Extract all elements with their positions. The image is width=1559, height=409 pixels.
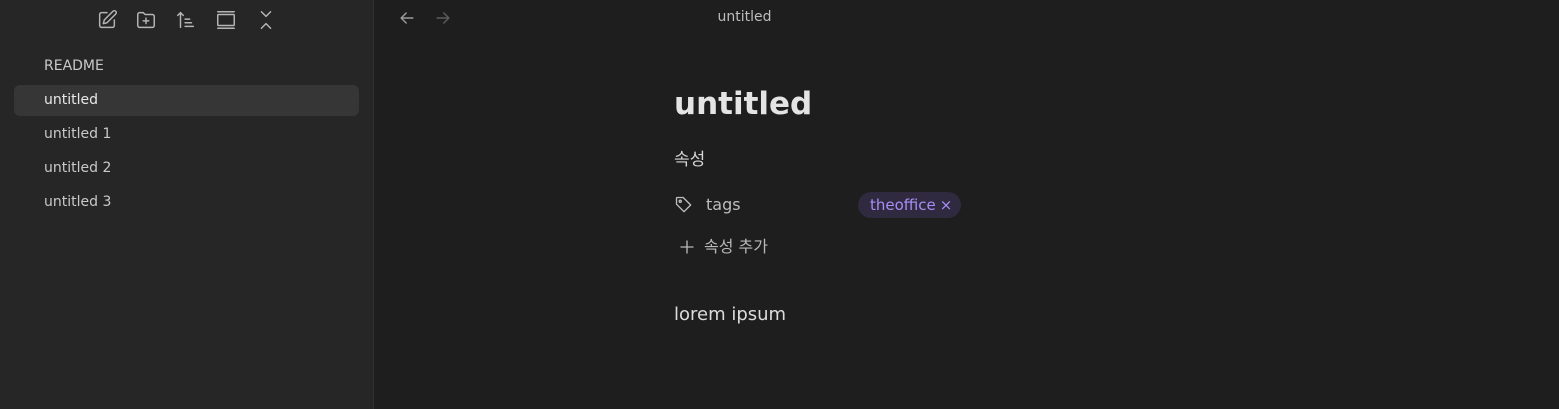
file-explorer-sidebar: README untitled untitled 1 untitled 2 un… xyxy=(0,0,374,409)
tag-remove-button[interactable]: × xyxy=(940,196,953,214)
view-header-title[interactable]: untitled xyxy=(0,9,1489,25)
editor-pane: untitled untitled 속성 tags theoffice × 속성… xyxy=(374,0,1559,409)
file-item-untitled-3[interactable]: untitled 3 xyxy=(14,187,359,218)
add-property-label: 속성 추가 xyxy=(704,237,768,256)
property-key[interactable]: tags xyxy=(706,195,741,215)
tag-pill[interactable]: theoffice × xyxy=(858,192,962,218)
note-content: untitled 속성 tags theoffice × 속성 추가 lorem… xyxy=(674,82,1274,328)
file-item-untitled-2[interactable]: untitled 2 xyxy=(14,153,359,184)
file-item-readme[interactable]: README xyxy=(14,51,359,82)
note-body[interactable]: lorem ipsum xyxy=(674,302,1274,328)
note-title[interactable]: untitled xyxy=(674,82,1274,126)
tag-icon xyxy=(674,195,694,215)
file-list: README untitled untitled 1 untitled 2 un… xyxy=(14,51,359,221)
tag-label: theoffice xyxy=(870,196,936,214)
file-item-untitled-1[interactable]: untitled 1 xyxy=(14,119,359,150)
properties-heading: 속성 xyxy=(674,150,706,170)
plus-icon xyxy=(678,238,696,256)
property-row-tags: tags theoffice × xyxy=(674,192,1274,218)
file-item-untitled[interactable]: untitled xyxy=(14,85,359,116)
add-property-button[interactable]: 속성 추가 xyxy=(674,235,1274,259)
app-window: README untitled untitled 1 untitled 2 un… xyxy=(0,0,1559,409)
